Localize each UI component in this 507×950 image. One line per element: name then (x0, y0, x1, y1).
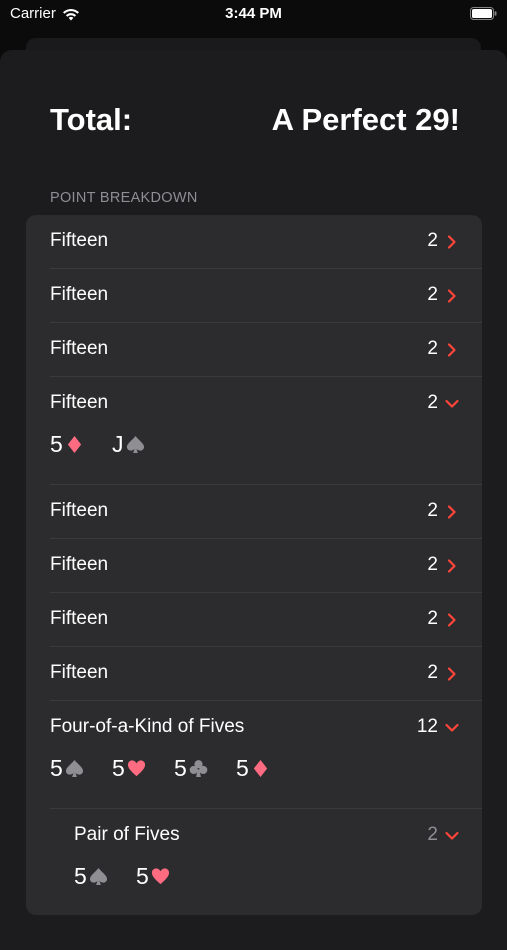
club-suit-icon (189, 759, 208, 777)
row-label: Fifteen (50, 338, 109, 359)
row-label: Fifteen (50, 500, 109, 521)
row-label: Pair of Fives (74, 824, 180, 845)
chevron-right-icon (447, 559, 456, 573)
row-points: 2 (427, 662, 438, 683)
row-label: Fifteen (50, 392, 109, 413)
breakdown-row[interactable]: Fifteen 2 (26, 485, 482, 539)
point-breakdown-list: Fifteen 2 Fifteen 2 Fifteen 2 Fifteen 2 5 J Fiftee… (26, 215, 482, 915)
playing-card: 5 (50, 431, 98, 458)
spade-suit-icon (126, 435, 144, 453)
chevron-right-icon (447, 505, 456, 519)
breakdown-row[interactable]: Fifteen 2 (26, 593, 482, 647)
playing-card: 5 (74, 863, 122, 890)
row-label: Fifteen (50, 608, 109, 629)
chevron-right-icon (447, 289, 456, 303)
row-points: 2 (427, 392, 438, 413)
playing-card: 5 (136, 863, 184, 890)
diamond-suit-icon (253, 759, 267, 777)
card-rank: 5 (174, 754, 187, 781)
row-points: 2 (427, 554, 438, 575)
chevron-down-icon (445, 399, 459, 408)
battery-icon (470, 7, 497, 20)
row-label: Fifteen (50, 230, 109, 251)
chevron-down-icon (445, 723, 459, 732)
total-label: Total: (50, 102, 133, 137)
status-bar: Carrier 3:44 PM (0, 0, 507, 30)
breakdown-row[interactable]: Fifteen 2 (26, 539, 482, 593)
row-label: Four-of-a-Kind of Fives (50, 716, 245, 737)
card-list: 55 (74, 856, 184, 896)
row-points: 2 (427, 608, 438, 629)
playing-card: 5 (236, 755, 284, 782)
diamond-suit-icon (67, 435, 81, 453)
row-points: 2 (427, 500, 438, 521)
card-rank: 5 (74, 862, 87, 889)
row-points: 12 (416, 716, 438, 737)
breakdown-row[interactable]: Fifteen 2 (26, 377, 482, 431)
breakdown-row[interactable]: Fifteen 2 (26, 215, 482, 269)
chevron-right-icon (447, 667, 456, 681)
card-list: 5J (50, 424, 160, 464)
card-rank: 5 (236, 754, 249, 781)
playing-card: 5 (174, 755, 222, 782)
breakdown-row[interactable]: Four-of-a-Kind of Fives 12 (26, 701, 482, 755)
card-rank: J (112, 430, 124, 457)
card-rank: 5 (112, 754, 125, 781)
row-points: 2 (427, 230, 438, 251)
breakdown-row[interactable]: Pair of Fives 2 (26, 809, 482, 863)
row-label: Fifteen (50, 554, 109, 575)
chevron-down-icon (445, 831, 459, 840)
playing-card: 5 (50, 755, 98, 782)
chevron-right-icon (447, 343, 456, 357)
row-label: Fifteen (50, 284, 109, 305)
spade-suit-icon (65, 759, 83, 777)
chevron-right-icon (447, 613, 456, 627)
heart-suit-icon (151, 867, 169, 884)
card-rank: 5 (50, 754, 63, 781)
row-points: 2 (427, 338, 438, 359)
card-rank: 5 (50, 430, 63, 457)
card-list: 5 5 5 5 (50, 748, 284, 788)
row-points: 2 (427, 284, 438, 305)
card-rank: 5 (136, 862, 149, 889)
breakdown-row[interactable]: Fifteen 2 (26, 323, 482, 377)
row-label: Fifteen (50, 662, 109, 683)
breakdown-row[interactable]: Fifteen 2 (26, 647, 482, 701)
breakdown-row[interactable]: Fifteen 2 (26, 269, 482, 323)
playing-card: J (112, 431, 160, 458)
row-points: 2 (427, 824, 438, 845)
heart-suit-icon (127, 759, 145, 776)
total-row: Total: A Perfect 29! (50, 102, 460, 142)
chevron-right-icon (447, 235, 456, 249)
total-value: A Perfect 29! (271, 102, 460, 137)
spade-suit-icon (89, 867, 107, 885)
clock: 3:44 PM (225, 5, 282, 22)
point-breakdown-header: POINT BREAKDOWN (50, 190, 198, 206)
playing-card: 5 (112, 755, 160, 782)
